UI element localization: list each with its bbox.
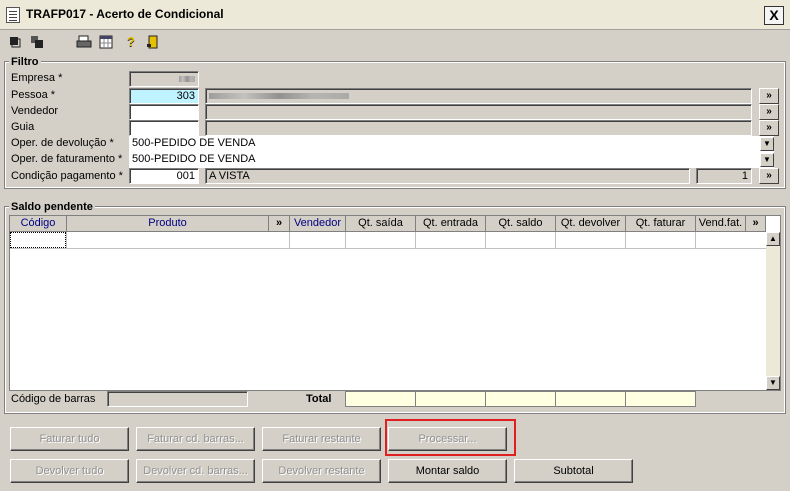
filtro-title: Filtro [9, 56, 41, 68]
total-label: Total [306, 393, 332, 405]
guia-lookup-button[interactable]: » [759, 120, 779, 136]
vertical-scrollbar[interactable]: ▲ ▼ [766, 232, 780, 390]
devolver-cd-barras-button[interactable]: Devolver cd. barras... [136, 459, 255, 483]
processar-button[interactable]: Processar... [388, 427, 507, 451]
grid-line [625, 232, 626, 248]
condicao-count-field: 1 [696, 168, 752, 184]
chevron-down-icon[interactable]: ▼ [760, 153, 774, 167]
oper-devolucao-label: Oper. de devolução * [11, 137, 114, 149]
grid-line [345, 232, 346, 248]
col-vendedor[interactable]: Vendedor [290, 216, 346, 232]
guia-name-field [205, 120, 752, 136]
barcode-field [107, 391, 248, 407]
vendedor-name-field [205, 104, 752, 120]
exit-door-icon[interactable] [146, 35, 160, 49]
col-qt-faturar[interactable]: Qt. faturar [626, 216, 696, 232]
montar-saldo-button[interactable]: Montar saldo [388, 459, 507, 483]
guia-label: Guia [11, 121, 35, 133]
total-qt-saida [345, 391, 416, 407]
print-icon[interactable] [76, 35, 92, 49]
col-produto-expand[interactable]: » [269, 216, 290, 232]
grid-line [289, 232, 290, 248]
document-icon [6, 7, 20, 23]
expand-icon[interactable] [8, 35, 22, 49]
title-bar: TRAFP017 - Acerto de Condicional X [0, 0, 790, 30]
scroll-down-icon[interactable]: ▼ [766, 376, 780, 390]
total-qt-faturar [625, 391, 696, 407]
col-qt-saldo[interactable]: Qt. saldo [486, 216, 556, 232]
scroll-up-icon[interactable]: ▲ [766, 232, 780, 246]
col-vend-fat-expand[interactable]: » [746, 216, 766, 232]
calendar-icon[interactable] [99, 35, 113, 49]
condicao-desc-field: A VISTA [205, 168, 690, 184]
condicao-code-field[interactable]: 001 [129, 168, 199, 184]
grid-line [485, 232, 486, 248]
col-codigo[interactable]: Código [10, 216, 67, 232]
empresa-label: Empresa * [11, 72, 63, 84]
svg-text:?: ? [127, 35, 135, 49]
pessoa-lookup-button[interactable]: » [759, 88, 779, 104]
pessoa-name-field [205, 88, 752, 104]
table-row-selected-cell[interactable] [10, 232, 66, 248]
faturar-tudo-button[interactable]: Faturar tudo [10, 427, 129, 451]
oper-faturamento-select[interactable]: 500-PEDIDO DE VENDA [129, 152, 774, 168]
grid-line [555, 232, 556, 248]
col-vend-fat[interactable]: Vend.fat. [696, 216, 746, 232]
guia-code-field[interactable] [129, 120, 199, 136]
vendedor-label: Vendedor [11, 105, 59, 117]
devolver-tudo-button[interactable]: Devolver tudo [10, 459, 129, 483]
oper-faturamento-label: Oper. de faturamento * [11, 153, 123, 165]
col-qt-saida[interactable]: Qt. saída [346, 216, 416, 232]
total-qt-saldo [485, 391, 556, 407]
total-qt-entrada [415, 391, 486, 407]
col-produto[interactable]: Produto [67, 216, 269, 232]
vendedor-lookup-button[interactable]: » [759, 104, 779, 120]
pessoa-code-field[interactable]: 303 [129, 88, 199, 104]
collapse-icon[interactable] [30, 35, 44, 49]
total-qt-devolver [555, 391, 626, 407]
grid-line [10, 248, 766, 249]
oper-devolucao-select[interactable]: 500-PEDIDO DE VENDA [129, 136, 774, 152]
window-title: TRAFP017 - Acerto de Condicional [26, 7, 224, 21]
vendedor-code-field[interactable] [129, 104, 199, 120]
grid-line [695, 232, 696, 248]
barcode-label: Código de barras [11, 393, 96, 405]
condicao-lookup-button[interactable]: » [759, 168, 779, 184]
subtotal-button[interactable]: Subtotal [514, 459, 633, 483]
condicao-label: Condição pagamento * [11, 170, 123, 182]
devolver-restante-button[interactable]: Devolver restante [262, 459, 381, 483]
faturar-restante-button[interactable]: Faturar restante [262, 427, 381, 451]
col-qt-entrada[interactable]: Qt. entrada [416, 216, 486, 232]
grid-line [415, 232, 416, 248]
empresa-field [129, 71, 199, 87]
chevron-down-icon[interactable]: ▼ [760, 137, 774, 151]
help-icon[interactable]: ?? [124, 34, 138, 50]
saldo-grid[interactable]: Código Produto » Vendedor Qt. saída Qt. … [9, 215, 781, 391]
faturar-cd-barras-button[interactable]: Faturar cd. barras... [136, 427, 255, 451]
saldo-title: Saldo pendente [9, 201, 95, 213]
close-button[interactable]: X [764, 6, 784, 25]
grid-line [66, 232, 67, 248]
pessoa-label: Pessoa * [11, 89, 56, 101]
col-qt-devolver[interactable]: Qt. devolver [556, 216, 626, 232]
